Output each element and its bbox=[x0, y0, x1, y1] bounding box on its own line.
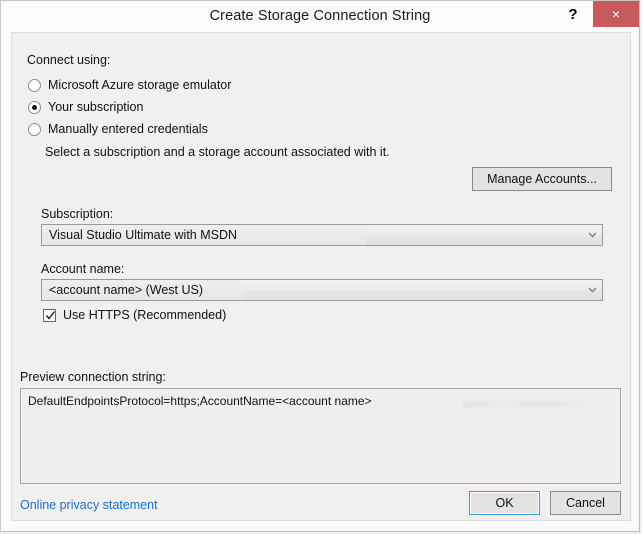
online-privacy-statement-link[interactable]: Online privacy statement bbox=[20, 498, 158, 512]
subscription-dropdown[interactable]: Visual Studio Ultimate with MSDN bbox=[41, 224, 603, 246]
manage-accounts-button[interactable]: Manage Accounts... bbox=[472, 167, 612, 191]
chevron-down-icon[interactable] bbox=[583, 280, 601, 300]
subscription-label: Subscription: bbox=[41, 207, 114, 221]
account-name-value: <account name> (West US) bbox=[49, 283, 204, 297]
account-name-label: Account name: bbox=[41, 262, 125, 276]
radio-option-storage-emulator[interactable]: Microsoft Azure storage emulator bbox=[28, 76, 231, 94]
dialog-title: Create Storage Connection String bbox=[209, 8, 431, 24]
chevron-down-icon[interactable] bbox=[583, 225, 601, 245]
radio-option-your-subscription[interactable]: Your subscription bbox=[28, 98, 143, 116]
radio-option-label: Microsoft Azure storage emulator bbox=[48, 78, 232, 92]
cancel-button[interactable]: Cancel bbox=[550, 491, 621, 515]
close-icon[interactable]: × bbox=[593, 1, 639, 27]
radio-indicator bbox=[28, 100, 41, 114]
account-name-dropdown[interactable]: <account name> (West US) bbox=[41, 279, 603, 301]
checkbox-indicator bbox=[43, 308, 56, 322]
ok-button[interactable]: OK bbox=[469, 491, 540, 515]
preview-connection-string-text: DefaultEndpointsProtocol=https;AccountNa… bbox=[28, 394, 372, 408]
dialog-body-panel: Connect using: Microsoft Azure storage e… bbox=[11, 32, 631, 521]
connect-using-label: Connect using: bbox=[27, 53, 111, 67]
title-bar: Create Storage Connection String ? × bbox=[1, 1, 639, 31]
render-artifact bbox=[464, 401, 584, 408]
dialog-window: Create Storage Connection String ? × Con… bbox=[0, 0, 640, 532]
description-text: Select a subscription and a storage acco… bbox=[45, 145, 390, 159]
use-https-checkbox-row[interactable]: Use HTTPS (Recommended) bbox=[43, 306, 226, 324]
preview-label: Preview connection string: bbox=[20, 370, 166, 384]
preview-connection-string-box[interactable]: DefaultEndpointsProtocol=https;AccountNa… bbox=[20, 388, 621, 484]
subscription-value: Visual Studio Ultimate with MSDN bbox=[49, 228, 238, 242]
help-icon[interactable]: ? bbox=[559, 1, 587, 29]
radio-indicator bbox=[28, 122, 41, 136]
radio-indicator bbox=[28, 78, 41, 92]
use-https-label: Use HTTPS (Recommended) bbox=[63, 308, 227, 322]
radio-option-label: Your subscription bbox=[48, 100, 144, 114]
radio-option-manual-credentials[interactable]: Manually entered credentials bbox=[28, 120, 208, 138]
radio-option-label: Manually entered credentials bbox=[48, 122, 208, 136]
